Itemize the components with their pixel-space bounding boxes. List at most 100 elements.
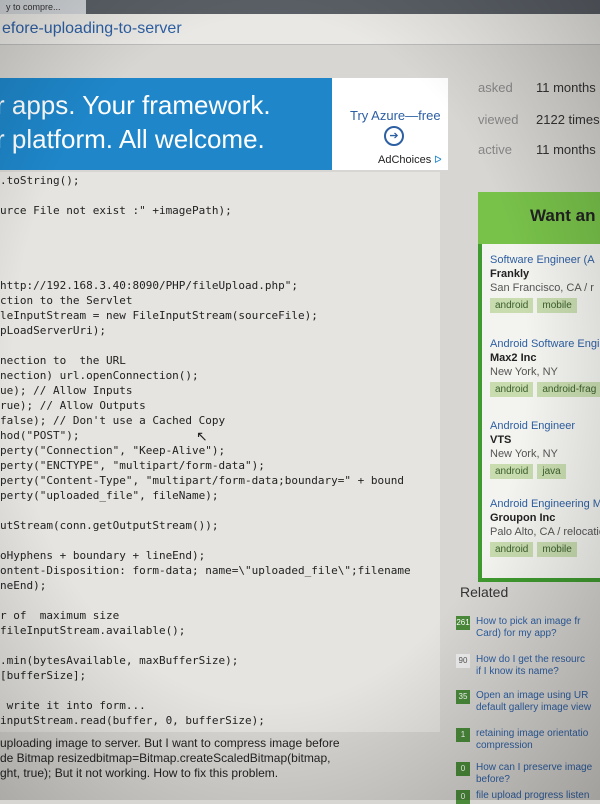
job-tag[interactable]: android [490, 542, 534, 557]
related-line[interactable]: Card) for my app? [476, 628, 557, 639]
related-heading: Related [460, 584, 509, 600]
code-line: urce File not exist :" +imagePath); [0, 204, 232, 217]
stat-active: active 11 months [478, 142, 596, 157]
related-link[interactable]: How do I get the resourc if I know its na… [476, 654, 585, 678]
stat-value[interactable]: 11 months [536, 80, 596, 95]
question-line: ght, true); But it not working. How to f… [0, 766, 279, 780]
related-link[interactable]: file upload progress listen [476, 790, 589, 802]
code-line: hod("POST"); [0, 429, 80, 442]
code-line: utStream(conn.getOutputStream()); [0, 519, 219, 532]
related-link[interactable]: How can I preserve image before? [476, 762, 592, 786]
browser-tab-bar: y to compre... [0, 0, 600, 14]
stat-label: active [478, 142, 512, 157]
job-tag[interactable]: android [490, 464, 534, 479]
job-title[interactable]: Software Engineer (A [490, 254, 595, 266]
code-line: leInputStream = new FileInputStream(sour… [0, 309, 318, 322]
code-line: inputStream.read(buffer, 0, bufferSize); [0, 714, 265, 727]
question-line: uploading image to server. But I want to… [0, 736, 340, 750]
code-line: [bufferSize]; [0, 669, 87, 682]
question-line: de Bitmap resizedbitmap=Bitmap.createSca… [0, 751, 331, 765]
related-line[interactable]: default gallery image view [476, 702, 591, 713]
code-line: neEnd); [0, 579, 47, 592]
ad-headline-1: r apps. Your framework. [0, 90, 271, 120]
job-tag[interactable]: android [490, 382, 534, 397]
job-tag[interactable]: android-frag [537, 382, 600, 397]
code-line: ue); // Allow Inputs [0, 384, 133, 397]
related-line[interactable]: How to pick an image fr [476, 616, 581, 627]
job-tags: android android-frag [490, 382, 600, 397]
adchoices-link[interactable]: AdChoices [378, 154, 431, 166]
page-header: efore-uploading-to-server [0, 14, 600, 45]
code-line: fileInputStream.available(); [0, 624, 186, 637]
stat-value[interactable]: 11 months [536, 142, 596, 157]
job-tags: android mobile [490, 542, 600, 557]
related-item[interactable]: 1 retaining image orientatio compression [456, 728, 588, 752]
job-tags: android mobile [490, 298, 595, 313]
related-item[interactable]: 261 How to pick an image fr Card) for my a… [456, 616, 581, 640]
related-line[interactable]: Open an image using UR [476, 690, 588, 701]
code-line: ction to the Servlet [0, 294, 133, 307]
related-score-badge: 0 [456, 762, 470, 776]
job-listing[interactable]: Android Engineer VTS New York, NY androi… [490, 420, 575, 479]
question-body: uploading image to server. But I want to… [0, 736, 440, 781]
page-title[interactable]: efore-uploading-to-server [2, 20, 182, 38]
code-line: false); // Don't use a Cached Copy [0, 414, 226, 427]
code-line: .toString(); [0, 174, 80, 187]
related-score-badge: 261 [456, 616, 470, 630]
ad-headline-2: r platform. All welcome. [0, 124, 265, 154]
job-listing[interactable]: Software Engineer (A Frankly San Francis… [490, 254, 595, 313]
code-line: perty("uploaded_file", fileName); [0, 489, 219, 502]
related-line[interactable]: before? [476, 774, 510, 785]
job-tag[interactable]: java [537, 464, 566, 479]
code-line: r of maximum size [0, 609, 120, 622]
mouse-cursor-icon: ↖ [196, 428, 208, 444]
job-tag[interactable]: mobile [537, 298, 577, 313]
related-score-badge: 35 [456, 690, 470, 704]
related-link[interactable]: retaining image orientatio compression [476, 728, 588, 752]
job-tag[interactable]: android [490, 298, 534, 313]
code-line: perty("Content-Type", "multipart/form-da… [0, 474, 404, 487]
related-item[interactable]: 35 Open an image using UR default gallery … [456, 690, 591, 714]
related-line[interactable]: How do I get the resourc [476, 654, 585, 665]
code-line: ontent-Disposition: form-data; name=\"up… [0, 564, 411, 577]
jobs-title[interactable]: Want an [530, 206, 595, 226]
job-title[interactable]: Android Software Engi [490, 338, 600, 350]
job-listing[interactable]: Android Engineering Man Groupon Inc Palo… [490, 498, 600, 557]
related-line[interactable]: compression [476, 740, 533, 751]
related-item[interactable]: 0 How can I preserve image before? [456, 762, 592, 786]
stat-label: asked [478, 80, 513, 95]
related-link[interactable]: How to pick an image fr Card) for my app? [476, 616, 581, 640]
job-listing[interactable]: Android Software Engi Max2 Inc New York,… [490, 338, 600, 397]
job-location: New York, NY [490, 448, 558, 460]
related-item[interactable]: 90 How do I get the resourc if I know its … [456, 654, 585, 678]
code-line: .min(bytesAvailable, maxBufferSize); [0, 654, 239, 667]
adchoices-icon[interactable]: ᐅ [434, 155, 442, 166]
related-line[interactable]: file upload progress listen [476, 790, 589, 801]
jobs-widget: Want an Software Engineer (A Frankly San… [478, 192, 600, 582]
browser-tab[interactable]: y to compre... [0, 0, 86, 14]
code-line: oHyphens + boundary + lineEnd); [0, 549, 206, 562]
related-line[interactable]: retaining image orientatio [476, 728, 588, 739]
job-tags: android java [490, 464, 575, 479]
code-line: nection to the URL [0, 354, 126, 367]
arrow-right-icon[interactable]: ➔ [384, 126, 404, 146]
related-line[interactable]: if I know its name? [476, 666, 559, 677]
jobs-header: Want an [478, 192, 600, 244]
ad-cta-link[interactable]: Try Azure—free [350, 108, 441, 123]
stat-asked: asked 11 months [478, 80, 596, 95]
code-line: rue); // Allow Outputs [0, 399, 146, 412]
code-line: perty("Connection", "Keep-Alive"); [0, 444, 226, 457]
code-line: perty("ENCTYPE", "multipart/form-data"); [0, 459, 265, 472]
job-location: Palo Alto, CA / relocation [490, 526, 600, 538]
job-title[interactable]: Android Engineering Man [490, 498, 600, 510]
ad-graphic: r apps. Your framework. r platform. All … [0, 78, 332, 170]
job-company: VTS [490, 434, 512, 446]
advertisement-banner[interactable]: r apps. Your framework. r platform. All … [0, 78, 448, 170]
related-score-badge: 0 [456, 790, 470, 804]
jobs-list: Software Engineer (A Frankly San Francis… [482, 244, 600, 578]
related-item[interactable]: 0 file upload progress listen [456, 790, 589, 804]
related-link[interactable]: Open an image using UR default gallery im… [476, 690, 591, 714]
job-tag[interactable]: mobile [537, 542, 577, 557]
job-title[interactable]: Android Engineer [490, 420, 575, 432]
related-line[interactable]: How can I preserve image [476, 762, 592, 773]
